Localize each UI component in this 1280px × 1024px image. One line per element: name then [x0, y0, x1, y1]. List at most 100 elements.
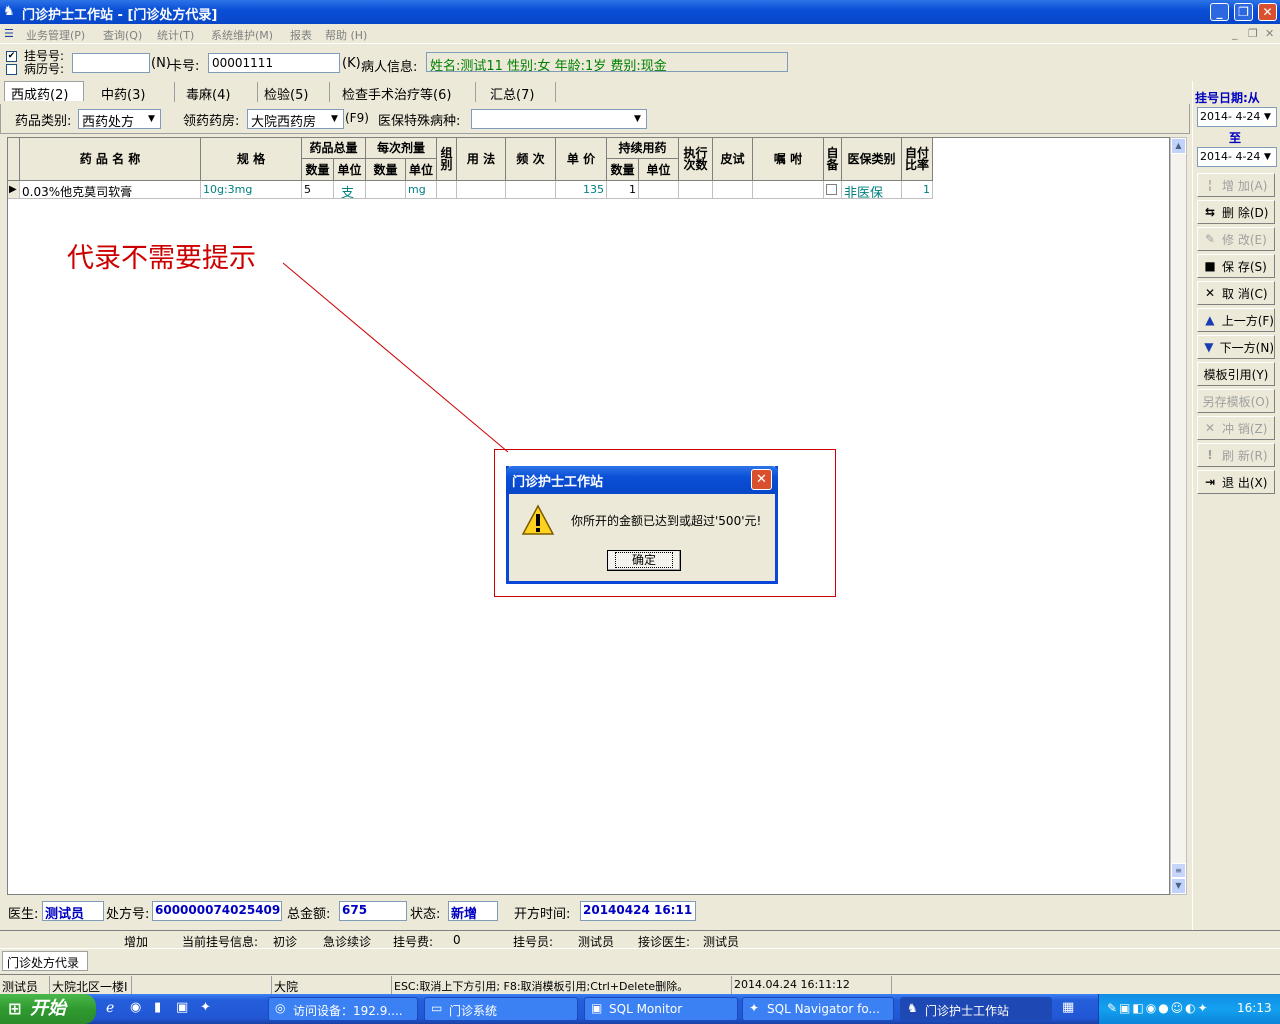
- tab-chinese-medicine[interactable]: 中药(3): [95, 82, 175, 103]
- menu-help[interactable]: 帮助 (H): [325, 27, 367, 43]
- special-disease-select[interactable]: ▼: [471, 109, 647, 129]
- menu-maintenance[interactable]: 系统维护(M): [211, 27, 273, 43]
- task-sql-navigator[interactable]: ✦ SQL Navigator fo...: [742, 997, 894, 1021]
- cell-cont-unit[interactable]: [639, 181, 679, 199]
- start-button[interactable]: ⊞ 开始: [0, 994, 96, 1024]
- col-group[interactable]: 组别: [437, 138, 457, 181]
- col-drug-name[interactable]: 药 品 名 称: [20, 138, 201, 181]
- reg-no-checkbox[interactable]: ✔: [6, 51, 17, 62]
- col-self-provided[interactable]: 自备: [824, 138, 842, 181]
- cell-skin-test[interactable]: [713, 181, 753, 199]
- mdi-restore-button[interactable]: ❐: [1248, 27, 1258, 40]
- quicklaunch-icon-3[interactable]: ▮: [154, 1000, 161, 1015]
- status-field[interactable]: 新增: [448, 901, 498, 921]
- cell-self-pay-ratio[interactable]: 1: [902, 181, 933, 199]
- scroll-down-icon[interactable]: ▼: [1171, 878, 1186, 894]
- cell-advice[interactable]: [753, 181, 824, 199]
- rx-no-field[interactable]: 600000074025409: [152, 901, 282, 921]
- col-exec-count[interactable]: 执行次数: [679, 138, 713, 181]
- col-cont-qty[interactable]: 数量: [607, 159, 639, 181]
- col-spec[interactable]: 规 格: [201, 138, 302, 181]
- self-provided-checkbox[interactable]: [826, 184, 837, 195]
- template-use-button[interactable]: 模板引用(Y): [1197, 362, 1275, 386]
- scroll-thumb[interactable]: ≡: [1171, 863, 1186, 878]
- cell-insurance-type[interactable]: 非医保: [842, 181, 902, 199]
- menu-business[interactable]: 业务管理(P): [26, 27, 85, 43]
- mdi-close-button[interactable]: ✕: [1265, 27, 1274, 40]
- col-total-qty[interactable]: 数量: [302, 159, 334, 181]
- tab-lab[interactable]: 检验(5): [258, 82, 330, 103]
- tab-exam-surgery[interactable]: 检查手术治疗等(6): [336, 82, 476, 103]
- edit-button[interactable]: ✎ 修 改(E): [1197, 227, 1275, 251]
- col-price[interactable]: 单 价: [556, 138, 607, 181]
- col-advice[interactable]: 嘱 咐: [753, 138, 824, 181]
- doctor-field[interactable]: 测试员: [42, 901, 104, 921]
- col-frequency[interactable]: 频 次: [506, 138, 556, 181]
- add-button[interactable]: ¦ 增 加(A): [1197, 173, 1275, 197]
- mdi-minimize-button[interactable]: _: [1232, 27, 1238, 40]
- cell-cont-qty[interactable]: 1: [607, 181, 639, 199]
- col-self-pay-ratio[interactable]: 自付比率: [902, 138, 933, 181]
- quicklaunch-icon-2[interactable]: ◉: [130, 1000, 141, 1015]
- exit-button[interactable]: ⇥ 退 出(X): [1197, 470, 1275, 494]
- dialog-close-button[interactable]: ✕: [751, 469, 772, 490]
- reverse-button[interactable]: ✕ 冲 销(Z): [1197, 416, 1275, 440]
- menu-query[interactable]: 查询(Q): [103, 27, 142, 43]
- tab-western-medicine[interactable]: 西成药(2): [4, 81, 84, 103]
- pharmacy-select[interactable]: 大院西药房 ▼: [247, 109, 344, 129]
- delete-button[interactable]: ⇆ 删 除(D): [1197, 200, 1275, 224]
- col-skin-test[interactable]: 皮试: [713, 138, 753, 181]
- cell-total-unit[interactable]: 支: [334, 181, 366, 199]
- cell-dose-unit[interactable]: mg: [406, 181, 437, 199]
- next-rx-button[interactable]: ▼ 下一方(N): [1197, 335, 1275, 359]
- task-nurse-station[interactable]: ♞ 门诊护士工作站: [900, 997, 1052, 1021]
- minimize-button[interactable]: _: [1210, 3, 1229, 21]
- col-dose-unit[interactable]: 单位: [406, 159, 437, 181]
- reg-no-input[interactable]: [72, 53, 150, 73]
- keyboard-icon[interactable]: ▦: [1062, 1000, 1074, 1015]
- drug-type-select[interactable]: 西药处方 ▼: [78, 109, 161, 129]
- quicklaunch-icon-4[interactable]: ▣: [176, 1000, 188, 1015]
- cell-dose-qty[interactable]: [366, 181, 406, 199]
- tray-icons[interactable]: ✎▣◧◉●☺◐✦: [1107, 1001, 1210, 1015]
- refresh-button[interactable]: ! 刷 新(R): [1197, 443, 1275, 467]
- cell-drug-name[interactable]: 0.03%他克莫司软膏: [20, 181, 201, 199]
- col-cont-unit[interactable]: 单位: [639, 159, 679, 181]
- task-sql-monitor[interactable]: ▣ SQL Monitor: [584, 997, 738, 1021]
- save-button[interactable]: ■ 保 存(S): [1197, 254, 1275, 278]
- date-from-picker[interactable]: 2014- 4-24 ▼: [1197, 107, 1277, 127]
- cell-total-qty[interactable]: 5: [302, 181, 334, 199]
- card-input[interactable]: 00001111: [208, 53, 340, 73]
- close-button[interactable]: ✕: [1258, 3, 1277, 21]
- rx-time-field[interactable]: 20140424 16:11: [580, 901, 696, 921]
- cell-exec-count[interactable]: [679, 181, 713, 199]
- cell-price[interactable]: 135: [556, 181, 607, 199]
- prev-rx-button[interactable]: ▲ 上一方(F): [1197, 308, 1275, 332]
- save-template-button[interactable]: 另存模板(O): [1197, 389, 1275, 413]
- cancel-button[interactable]: ✕ 取 消(C): [1197, 281, 1275, 305]
- ie-icon[interactable]: ℯ: [106, 1000, 114, 1016]
- col-dose-qty[interactable]: 数量: [366, 159, 406, 181]
- cell-self-provided[interactable]: [824, 181, 842, 199]
- tab-narcotics[interactable]: 毒麻(4): [180, 82, 258, 103]
- cell-group[interactable]: [437, 181, 457, 199]
- col-usage[interactable]: 用 法: [457, 138, 506, 181]
- total-amount-field[interactable]: 675: [339, 901, 407, 921]
- cell-spec[interactable]: 10g:3mg: [201, 181, 302, 199]
- col-insurance-type[interactable]: 医保类别: [842, 138, 902, 181]
- record-no-checkbox[interactable]: [6, 64, 17, 75]
- scroll-up-icon[interactable]: ▲: [1171, 138, 1186, 154]
- tab-summary[interactable]: 汇总(7): [484, 82, 556, 103]
- grid-vertical-scrollbar[interactable]: ▲ ≡ ▼: [1170, 137, 1187, 895]
- menu-stats[interactable]: 统计(T): [157, 27, 194, 43]
- task-clinic-system[interactable]: ▭ 门诊系统: [424, 997, 578, 1021]
- dialog-ok-button[interactable]: 确定: [607, 550, 681, 571]
- restore-button[interactable]: ❐: [1234, 3, 1253, 21]
- doc-tab-prescription[interactable]: 门诊处方代录: [2, 951, 88, 971]
- date-to-picker[interactable]: 2014- 4-24 ▼: [1197, 147, 1277, 167]
- cell-frequency[interactable]: [506, 181, 556, 199]
- menu-reports[interactable]: 报表: [290, 27, 312, 43]
- task-remote-device[interactable]: ◎ 访问设备：192.9....: [268, 997, 418, 1021]
- quicklaunch-icon-5[interactable]: ✦: [200, 1000, 211, 1015]
- col-total-unit[interactable]: 单位: [334, 159, 366, 181]
